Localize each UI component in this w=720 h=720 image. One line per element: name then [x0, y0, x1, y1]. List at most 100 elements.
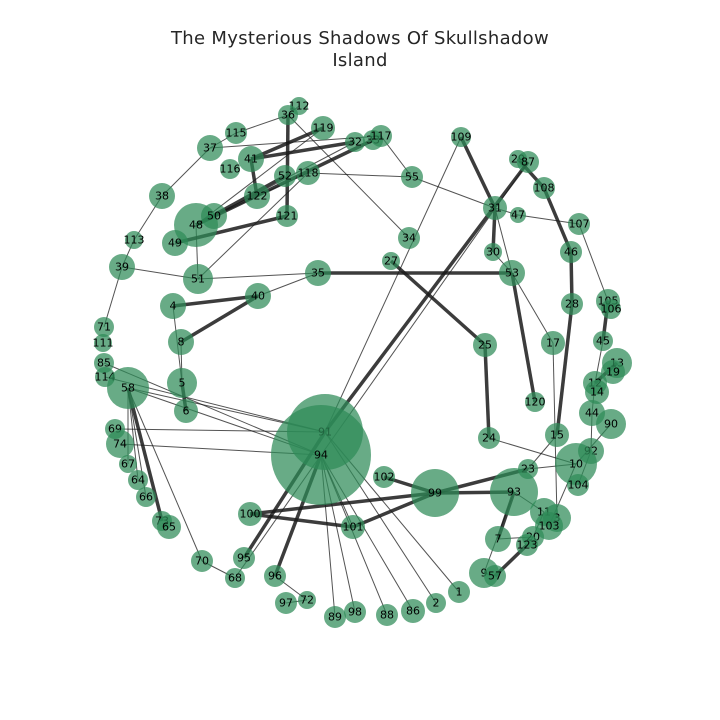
- node-117: 117: [370, 125, 392, 147]
- node-68: 68: [225, 568, 245, 588]
- node-label-39: 39: [115, 261, 129, 274]
- node-90: 90: [596, 409, 626, 439]
- node-label-44: 44: [585, 407, 599, 420]
- node-15: 15: [545, 423, 569, 447]
- node-111: 111: [93, 334, 114, 352]
- node-41: 41: [238, 146, 264, 172]
- node-34: 34: [398, 227, 420, 249]
- node-label-72: 72: [300, 594, 314, 607]
- node-label-55: 55: [405, 171, 419, 184]
- node-label-25: 25: [478, 339, 492, 352]
- node-39: 39: [109, 254, 135, 280]
- node-30: 30: [484, 243, 502, 261]
- node-label-119: 119: [313, 122, 334, 135]
- node-label-95: 95: [237, 552, 251, 565]
- node-32: 32: [345, 132, 365, 152]
- node-14: 14: [585, 380, 609, 404]
- node-label-5: 5: [179, 377, 186, 390]
- node-70: 70: [191, 550, 213, 572]
- node-label-34: 34: [402, 232, 416, 245]
- node-label-90: 90: [604, 418, 618, 431]
- node-label-19: 19: [606, 366, 620, 379]
- node-106: 106: [601, 299, 622, 319]
- node-label-74: 74: [113, 438, 127, 451]
- node-97: 97: [275, 592, 297, 614]
- node-label-17: 17: [546, 337, 560, 350]
- node-label-15: 15: [550, 429, 564, 442]
- node-label-45: 45: [596, 335, 610, 348]
- node-label-47: 47: [511, 209, 525, 222]
- node-57: 57: [484, 565, 506, 587]
- node-89: 89: [324, 606, 346, 628]
- node-label-7: 7: [495, 533, 502, 546]
- node-label-109: 109: [451, 131, 472, 144]
- node-5: 5: [167, 368, 197, 398]
- node-52: 52: [274, 165, 296, 187]
- node-86: 86: [401, 599, 425, 623]
- node-58: 58: [107, 367, 149, 409]
- node-71: 71: [94, 317, 114, 337]
- node-label-71: 71: [97, 321, 111, 334]
- node-label-4: 4: [170, 300, 177, 313]
- node-50: 50: [201, 203, 227, 229]
- node-label-58: 58: [121, 382, 135, 395]
- node-109: 109: [451, 127, 472, 147]
- node-17: 17: [541, 331, 565, 355]
- node-label-116: 116: [220, 163, 241, 176]
- node-123: 123: [516, 534, 538, 556]
- node-label-97: 97: [279, 597, 293, 610]
- node-label-38: 38: [155, 190, 169, 203]
- node-label-102: 102: [374, 471, 395, 484]
- node-label-123: 123: [517, 539, 538, 552]
- node-118: 118: [296, 161, 320, 185]
- edge-28-15: [555, 303, 574, 436]
- node-115: 115: [225, 122, 247, 144]
- network-graph: 1123611911537323311741116521185510929871…: [93, 97, 632, 628]
- node-label-31: 31: [488, 202, 502, 215]
- node-label-32: 32: [348, 136, 362, 149]
- node-label-57: 57: [488, 570, 502, 583]
- node-99: 99: [411, 469, 459, 517]
- node-label-14: 14: [590, 386, 604, 399]
- edge-25-24: [483, 344, 491, 439]
- node-label-48: 48: [189, 219, 203, 232]
- node-label-100: 100: [240, 508, 261, 521]
- node-102: 102: [373, 466, 395, 488]
- node-6: 6: [174, 399, 198, 423]
- node-label-99: 99: [428, 487, 442, 500]
- node-36: 36: [278, 105, 298, 125]
- node-100: 100: [238, 502, 262, 526]
- node-label-66: 66: [139, 491, 153, 504]
- node-label-10: 10: [569, 458, 583, 471]
- node-label-70: 70: [195, 555, 209, 568]
- node-122: 122: [244, 183, 270, 209]
- node-38: 38: [149, 183, 175, 209]
- node-label-8: 8: [178, 336, 185, 349]
- node-66: 66: [136, 487, 156, 507]
- edge-118-55: [307, 172, 413, 178]
- node-45: 45: [593, 331, 613, 351]
- node-label-49: 49: [168, 237, 182, 250]
- node-label-52: 52: [278, 170, 292, 183]
- node-label-6: 6: [183, 405, 190, 418]
- node-label-98: 98: [348, 606, 362, 619]
- node-label-46: 46: [564, 246, 578, 259]
- node-label-107: 107: [569, 218, 590, 231]
- node-label-88: 88: [380, 609, 394, 622]
- node-37: 37: [197, 135, 223, 161]
- node-95: 95: [233, 547, 255, 569]
- node-label-108: 108: [534, 182, 555, 195]
- node-74: 74: [106, 430, 134, 458]
- node-31: 31: [483, 196, 507, 220]
- node-label-86: 86: [406, 605, 420, 618]
- node-94: 94: [271, 405, 371, 505]
- node-25: 25: [473, 333, 497, 357]
- node-label-87: 87: [521, 156, 535, 169]
- node-label-117: 117: [371, 130, 392, 143]
- node-7: 7: [485, 526, 511, 552]
- node-label-101: 101: [343, 521, 364, 534]
- node-label-64: 64: [131, 474, 145, 487]
- node-55: 55: [401, 166, 423, 188]
- node-46: 46: [560, 241, 582, 263]
- node-53: 53: [499, 260, 525, 286]
